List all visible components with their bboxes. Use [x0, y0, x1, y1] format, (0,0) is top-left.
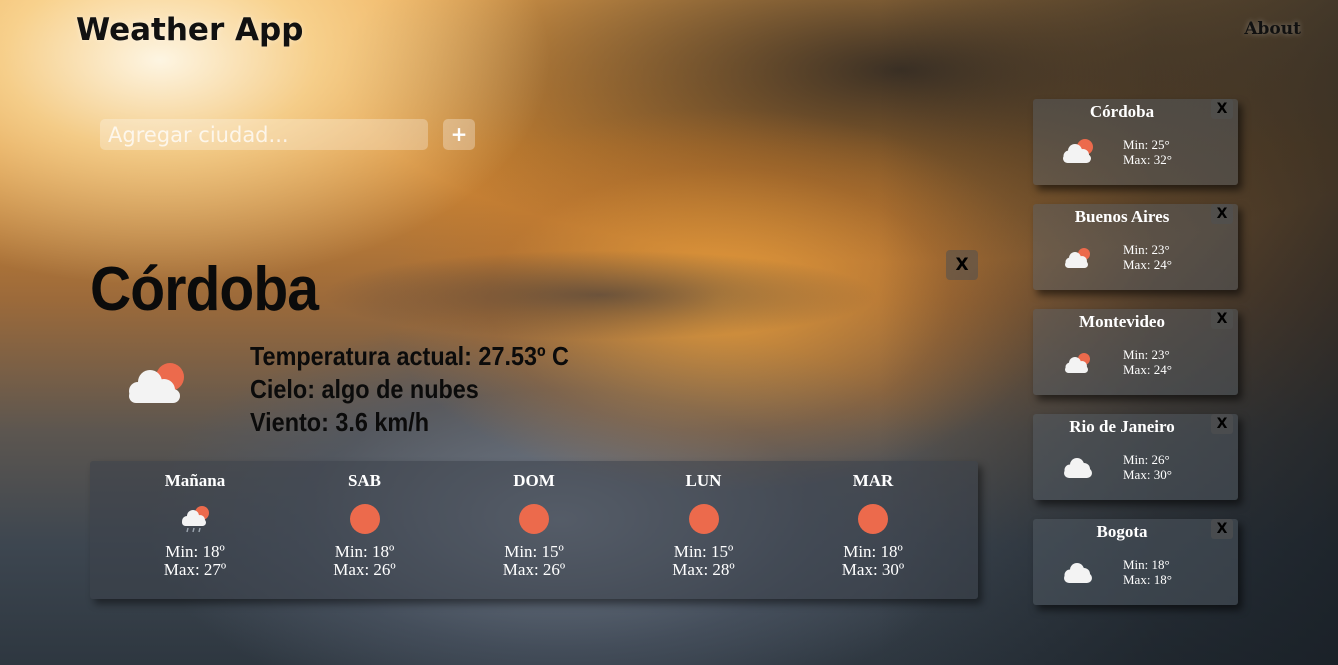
remove-city-button[interactable]: X	[1211, 309, 1233, 329]
saved-city-min: Min: 26°	[1123, 452, 1170, 467]
forecast-min: Min: 15º	[673, 542, 734, 561]
forecast-max: Max: 26º	[502, 560, 566, 579]
saved-city-card-montevideo[interactable]: Montevideo X Min: 23° Max: 24°	[1033, 309, 1238, 395]
saved-city-name: Bogota	[1096, 522, 1148, 541]
saved-city-max: Max: 24°	[1123, 362, 1172, 377]
forecast-min: Min: 18º	[165, 542, 225, 561]
forecast-max: Max: 30º	[841, 560, 905, 579]
sun-icon	[858, 504, 888, 534]
forecast-min: Min: 15º	[504, 542, 564, 561]
add-city-button[interactable]: +	[443, 119, 475, 150]
forecast-day: MAR Min: 18º Max: 30º	[827, 461, 919, 599]
saved-city-card-rio-de-janeiro[interactable]: Rio de Janeiro X Min: 26° Max: 30°	[1033, 414, 1238, 500]
forecast-panel: Mañana Min: 18º Max: 27º SAB Min: 18º Ma…	[90, 461, 978, 599]
sun-icon	[519, 504, 549, 534]
app-title: Weather App	[76, 12, 304, 48]
forecast-day: DOM Min: 15º Max: 26º	[488, 461, 580, 599]
saved-city-min: Min: 25°	[1123, 137, 1170, 152]
forecast-day-name: DOM	[513, 471, 555, 490]
saved-city-name: Buenos Aires	[1074, 207, 1170, 226]
forecast-max: Max: 27º	[163, 560, 227, 579]
sun-icon	[688, 504, 719, 534]
background-cloud-band	[320, 250, 880, 340]
forecast-max: Max: 26º	[333, 560, 396, 579]
cloud-sun-icon	[129, 363, 184, 403]
cloud-icon	[1064, 458, 1092, 478]
saved-city-min: Min: 23°	[1123, 242, 1170, 257]
cloud-sun-icon	[1065, 353, 1090, 373]
forecast-day-name: SAB	[347, 471, 382, 490]
forecast-max: Max: 28º	[672, 560, 735, 579]
city-search-input[interactable]	[100, 119, 428, 150]
current-temperature: Temperatura actual: 27.53º C	[250, 341, 569, 371]
forecast-day: LUN Min: 15º Max: 28º	[658, 461, 750, 599]
remove-city-button[interactable]: X	[1211, 414, 1233, 434]
forecast-day-name: MAR	[852, 471, 894, 490]
saved-city-min: Min: 23°	[1123, 347, 1170, 362]
remove-city-button[interactable]: X	[1211, 519, 1233, 539]
remove-city-button[interactable]: X	[1211, 204, 1233, 224]
saved-city-card-buenos-aires[interactable]: Buenos Aires X Min: 23° Max: 24°	[1033, 204, 1238, 290]
saved-city-max: Max: 32°	[1123, 152, 1172, 167]
saved-city-name: Montevideo	[1079, 312, 1165, 331]
cloud-rain-sun-icon	[182, 506, 209, 533]
forecast-day: SAB Min: 18º Max: 26º	[319, 461, 411, 599]
current-city-title: Córdoba	[90, 255, 319, 324]
cloud-sun-icon	[1063, 139, 1093, 163]
cloud-sun-icon	[1065, 248, 1090, 268]
forecast-day-name: LUN	[685, 471, 722, 490]
saved-city-name: Córdoba	[1089, 102, 1155, 121]
forecast-min: Min: 18º	[334, 542, 395, 561]
saved-city-card-cordoba[interactable]: Córdoba X Min: 25° Max: 32°	[1033, 99, 1238, 185]
cloud-icon	[1064, 563, 1092, 583]
about-link[interactable]: About	[1244, 19, 1301, 39]
sun-icon	[349, 504, 380, 534]
current-wind: Viento: 3.6 km/h	[250, 407, 430, 437]
forecast-min: Min: 18º	[843, 542, 903, 561]
saved-city-max: Max: 18°	[1123, 572, 1172, 587]
close-current-city-button[interactable]: X	[946, 250, 978, 280]
saved-city-name: Rio de Janeiro	[1069, 417, 1175, 436]
saved-city-max: Max: 24°	[1123, 257, 1172, 272]
forecast-day-name: Mañana	[164, 471, 226, 490]
saved-cities-sidebar: Córdoba X Min: 25° Max: 32° Buenos Aires…	[1033, 99, 1238, 624]
saved-city-max: Max: 30°	[1123, 467, 1172, 482]
remove-city-button[interactable]: X	[1211, 99, 1233, 119]
saved-city-card-bogota[interactable]: Bogota X Min: 18° Max: 18°	[1033, 519, 1238, 605]
forecast-day: Mañana Min: 18º Max: 27º	[149, 461, 241, 599]
current-sky: Cielo: algo de nubes	[250, 374, 479, 404]
current-details: Temperatura actual: 27.53º C Cielo: algo…	[250, 340, 604, 439]
saved-city-min: Min: 18°	[1123, 557, 1170, 572]
